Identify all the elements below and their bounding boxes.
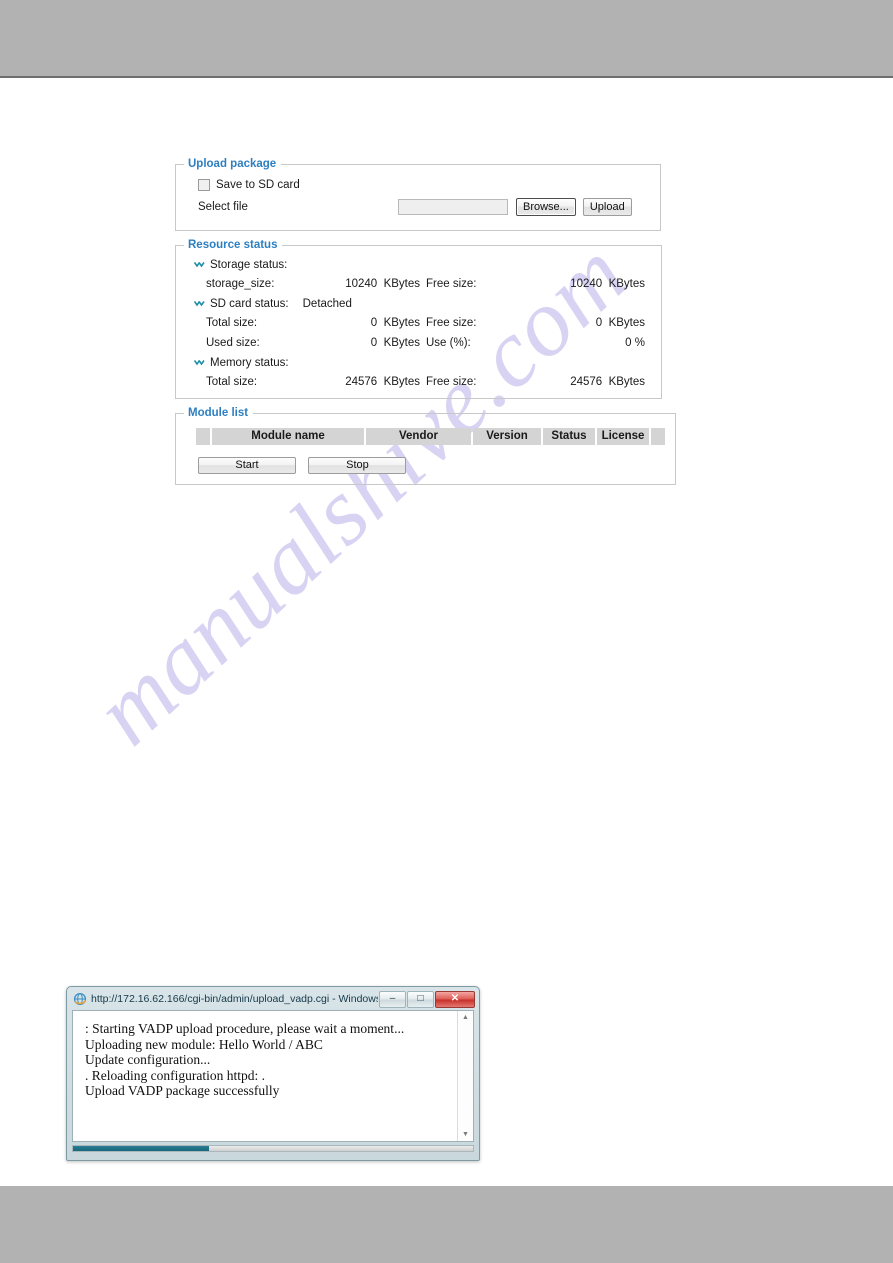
- start-button[interactable]: Start: [198, 457, 296, 474]
- maximize-button[interactable]: □: [407, 990, 434, 1008]
- output-line: Update configuration...: [85, 1052, 211, 1067]
- memory-total-size-label: Total size:: [206, 376, 258, 388]
- sd-used-size-value: 0 KBytes: [370, 337, 420, 349]
- resource-status-legend: Resource status: [188, 239, 278, 251]
- storage-free-size-value: 10240 KBytes: [570, 278, 645, 290]
- storage-free-size-label: Free size:: [426, 278, 477, 290]
- output-line: Uploading new module: Hello World / ABC: [85, 1036, 323, 1052]
- storage-size-label: storage_size:: [206, 278, 275, 290]
- minimize-button[interactable]: –: [379, 990, 406, 1008]
- sd-use-percent-label: Use (%):: [426, 337, 471, 349]
- statusbar-progress-track: [209, 1146, 473, 1151]
- dialog-title: http://172.16.62.166/cgi-bin/admin/uploa…: [91, 993, 378, 1005]
- storage-status-grid: storage_size: 10240 KBytes Free size: 10…: [206, 274, 651, 294]
- dialog-scrollbar[interactable]: ▲ ▼: [457, 1011, 473, 1141]
- module-list-actions: Start Stop: [198, 455, 665, 474]
- module-col-module-name[interactable]: Module name: [212, 428, 364, 445]
- chevron-double-down-icon: [193, 299, 205, 310]
- dialog-statusbar: [72, 1145, 474, 1152]
- sd-total-size-value: 0 KBytes: [370, 317, 420, 329]
- module-col-status[interactable]: Status: [543, 428, 595, 445]
- save-to-sd-card-checkbox[interactable]: [198, 179, 210, 191]
- sd-card-status-label: SD card status:: [210, 298, 289, 310]
- module-list-panel: Module list Module name Vendor Version S…: [175, 407, 676, 485]
- sd-card-status-header: SD card status: Detached: [193, 298, 651, 310]
- output-line: Upload VADP package successfully: [85, 1083, 280, 1098]
- sd-total-size-label: Total size:: [206, 317, 258, 329]
- scroll-up-icon[interactable]: ▲: [459, 1011, 472, 1024]
- memory-status-grid: Total size: 24576 KBytes Free size: 2457…: [206, 372, 651, 392]
- module-col-vendor[interactable]: Vendor: [366, 428, 471, 445]
- upload-package-panel: Upload package Save to SD card Select fi…: [175, 158, 661, 231]
- sd-card-status-grid: Total size: 0 KBytes Free size: 0 KBytes…: [206, 313, 651, 353]
- module-col-version[interactable]: Version: [473, 428, 541, 445]
- module-list-table-header: Module name Vendor Version Status Licens…: [196, 428, 665, 445]
- stop-button[interactable]: Stop: [308, 457, 407, 474]
- scroll-down-icon[interactable]: ▼: [459, 1128, 472, 1141]
- output-line: . Reloading configuration httpd: .: [85, 1067, 265, 1083]
- upload-button[interactable]: Upload: [582, 198, 632, 216]
- memory-status-label: Memory status:: [210, 357, 289, 369]
- sd-free-size-value: 0 KBytes: [595, 317, 645, 329]
- storage-status-label: Storage status:: [210, 259, 288, 271]
- module-col-select: [196, 428, 210, 445]
- memory-total-size-value: 24576 KBytes: [345, 376, 420, 388]
- save-to-sd-card-label: Save to SD card: [216, 179, 300, 191]
- storage-status-header: Storage status:: [193, 259, 651, 271]
- chevron-double-down-icon: [193, 260, 205, 271]
- memory-free-size-value: 24576 KBytes: [570, 376, 645, 388]
- module-col-license[interactable]: License: [597, 428, 649, 445]
- save-to-sd-card-row[interactable]: Save to SD card: [198, 176, 650, 194]
- module-col-extra: [651, 428, 665, 445]
- sd-free-size-label: Free size:: [426, 317, 477, 329]
- upload-result-dialog[interactable]: http://172.16.62.166/cgi-bin/admin/uploa…: [66, 986, 480, 1161]
- upload-package-legend: Upload package: [188, 158, 277, 170]
- minimize-icon: –: [389, 993, 396, 1004]
- sd-use-percent-value: 0 %: [625, 337, 645, 349]
- maximize-icon: □: [417, 993, 424, 1004]
- watermark: manualshive.com: [74, 220, 810, 930]
- select-file-label: Select file: [198, 201, 248, 213]
- page-footer-band: [0, 1186, 893, 1263]
- main-content: Upload package Save to SD card Select fi…: [175, 158, 676, 493]
- module-list-legend: Module list: [188, 407, 249, 419]
- sd-card-status-value: Detached: [302, 298, 352, 310]
- sd-used-size-label: Used size:: [206, 337, 260, 349]
- page-header-rule: [0, 76, 893, 78]
- storage-size-value: 10240 KBytes: [345, 278, 420, 290]
- dialog-output-text: : Starting VADP upload procedure, please…: [73, 1011, 457, 1141]
- select-file-row: Select file Browse... Upload: [198, 196, 650, 218]
- browse-button[interactable]: Browse...: [516, 198, 576, 216]
- close-button[interactable]: ✕: [435, 990, 475, 1008]
- window-controls: – □ ✕: [378, 990, 475, 1008]
- memory-status-header: Memory status:: [193, 357, 651, 369]
- memory-free-size-label: Free size:: [426, 376, 477, 388]
- chevron-double-down-icon: [193, 358, 205, 369]
- ie-globe-icon: [73, 992, 87, 1006]
- dialog-client-area: : Starting VADP upload procedure, please…: [72, 1010, 474, 1142]
- output-line: : Starting VADP upload procedure, please…: [85, 1021, 405, 1036]
- page-header-band: [0, 0, 893, 76]
- resource-status-panel: Resource status Storage status: storage_…: [175, 239, 662, 399]
- close-icon: ✕: [450, 993, 460, 1004]
- statusbar-progress-fill: [73, 1146, 209, 1151]
- file-path-input[interactable]: [398, 199, 508, 215]
- dialog-titlebar[interactable]: http://172.16.62.166/cgi-bin/admin/uploa…: [70, 990, 476, 1008]
